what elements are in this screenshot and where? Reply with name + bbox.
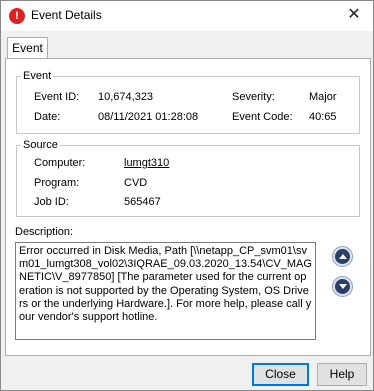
close-icon[interactable]: ✕ [343, 4, 365, 26]
event-details-window: ! Event Details ✕ Event Event Event ID: … [0, 0, 374, 391]
error-icon-glyph: ! [15, 9, 19, 22]
program-label: Program: [34, 177, 80, 189]
computer-link[interactable]: lumgt310 [124, 157, 169, 169]
description-textbox[interactable]: Error occurred in Disk Media, Path [\\ne… [15, 242, 316, 340]
program-value: CVD [124, 177, 148, 189]
date-label: Date: [34, 111, 61, 123]
event-code-value: 40:65 [309, 111, 337, 123]
source-group-legend: Source [23, 139, 58, 151]
event-code-label: Event Code: [232, 111, 293, 123]
window-title: Event Details [31, 8, 102, 22]
job-id-value: 565467 [124, 196, 161, 208]
severity-label: Severity: [232, 91, 275, 103]
scroll-up-icon [335, 249, 350, 264]
date-value: 08/11/2021 01:28:08 [98, 111, 199, 123]
scroll-down-button[interactable] [332, 276, 353, 297]
close-button[interactable]: Close [252, 363, 309, 386]
scroll-up-button[interactable] [332, 246, 353, 267]
event-group-legend: Event [23, 70, 52, 82]
event-id-value: 10,674,323 [98, 91, 154, 103]
error-icon: ! [9, 8, 25, 24]
job-id-label: Job ID: [34, 196, 69, 208]
severity-value: Major [309, 91, 337, 103]
scroll-down-icon [335, 279, 350, 294]
description-label: Description: [15, 226, 74, 238]
title-bar: ! Event Details ✕ [1, 1, 373, 31]
event-id-label: Event ID: [34, 91, 80, 103]
tab-event[interactable]: Event [7, 37, 48, 59]
help-button[interactable]: Help [317, 363, 367, 386]
computer-label: Computer: [34, 157, 86, 169]
